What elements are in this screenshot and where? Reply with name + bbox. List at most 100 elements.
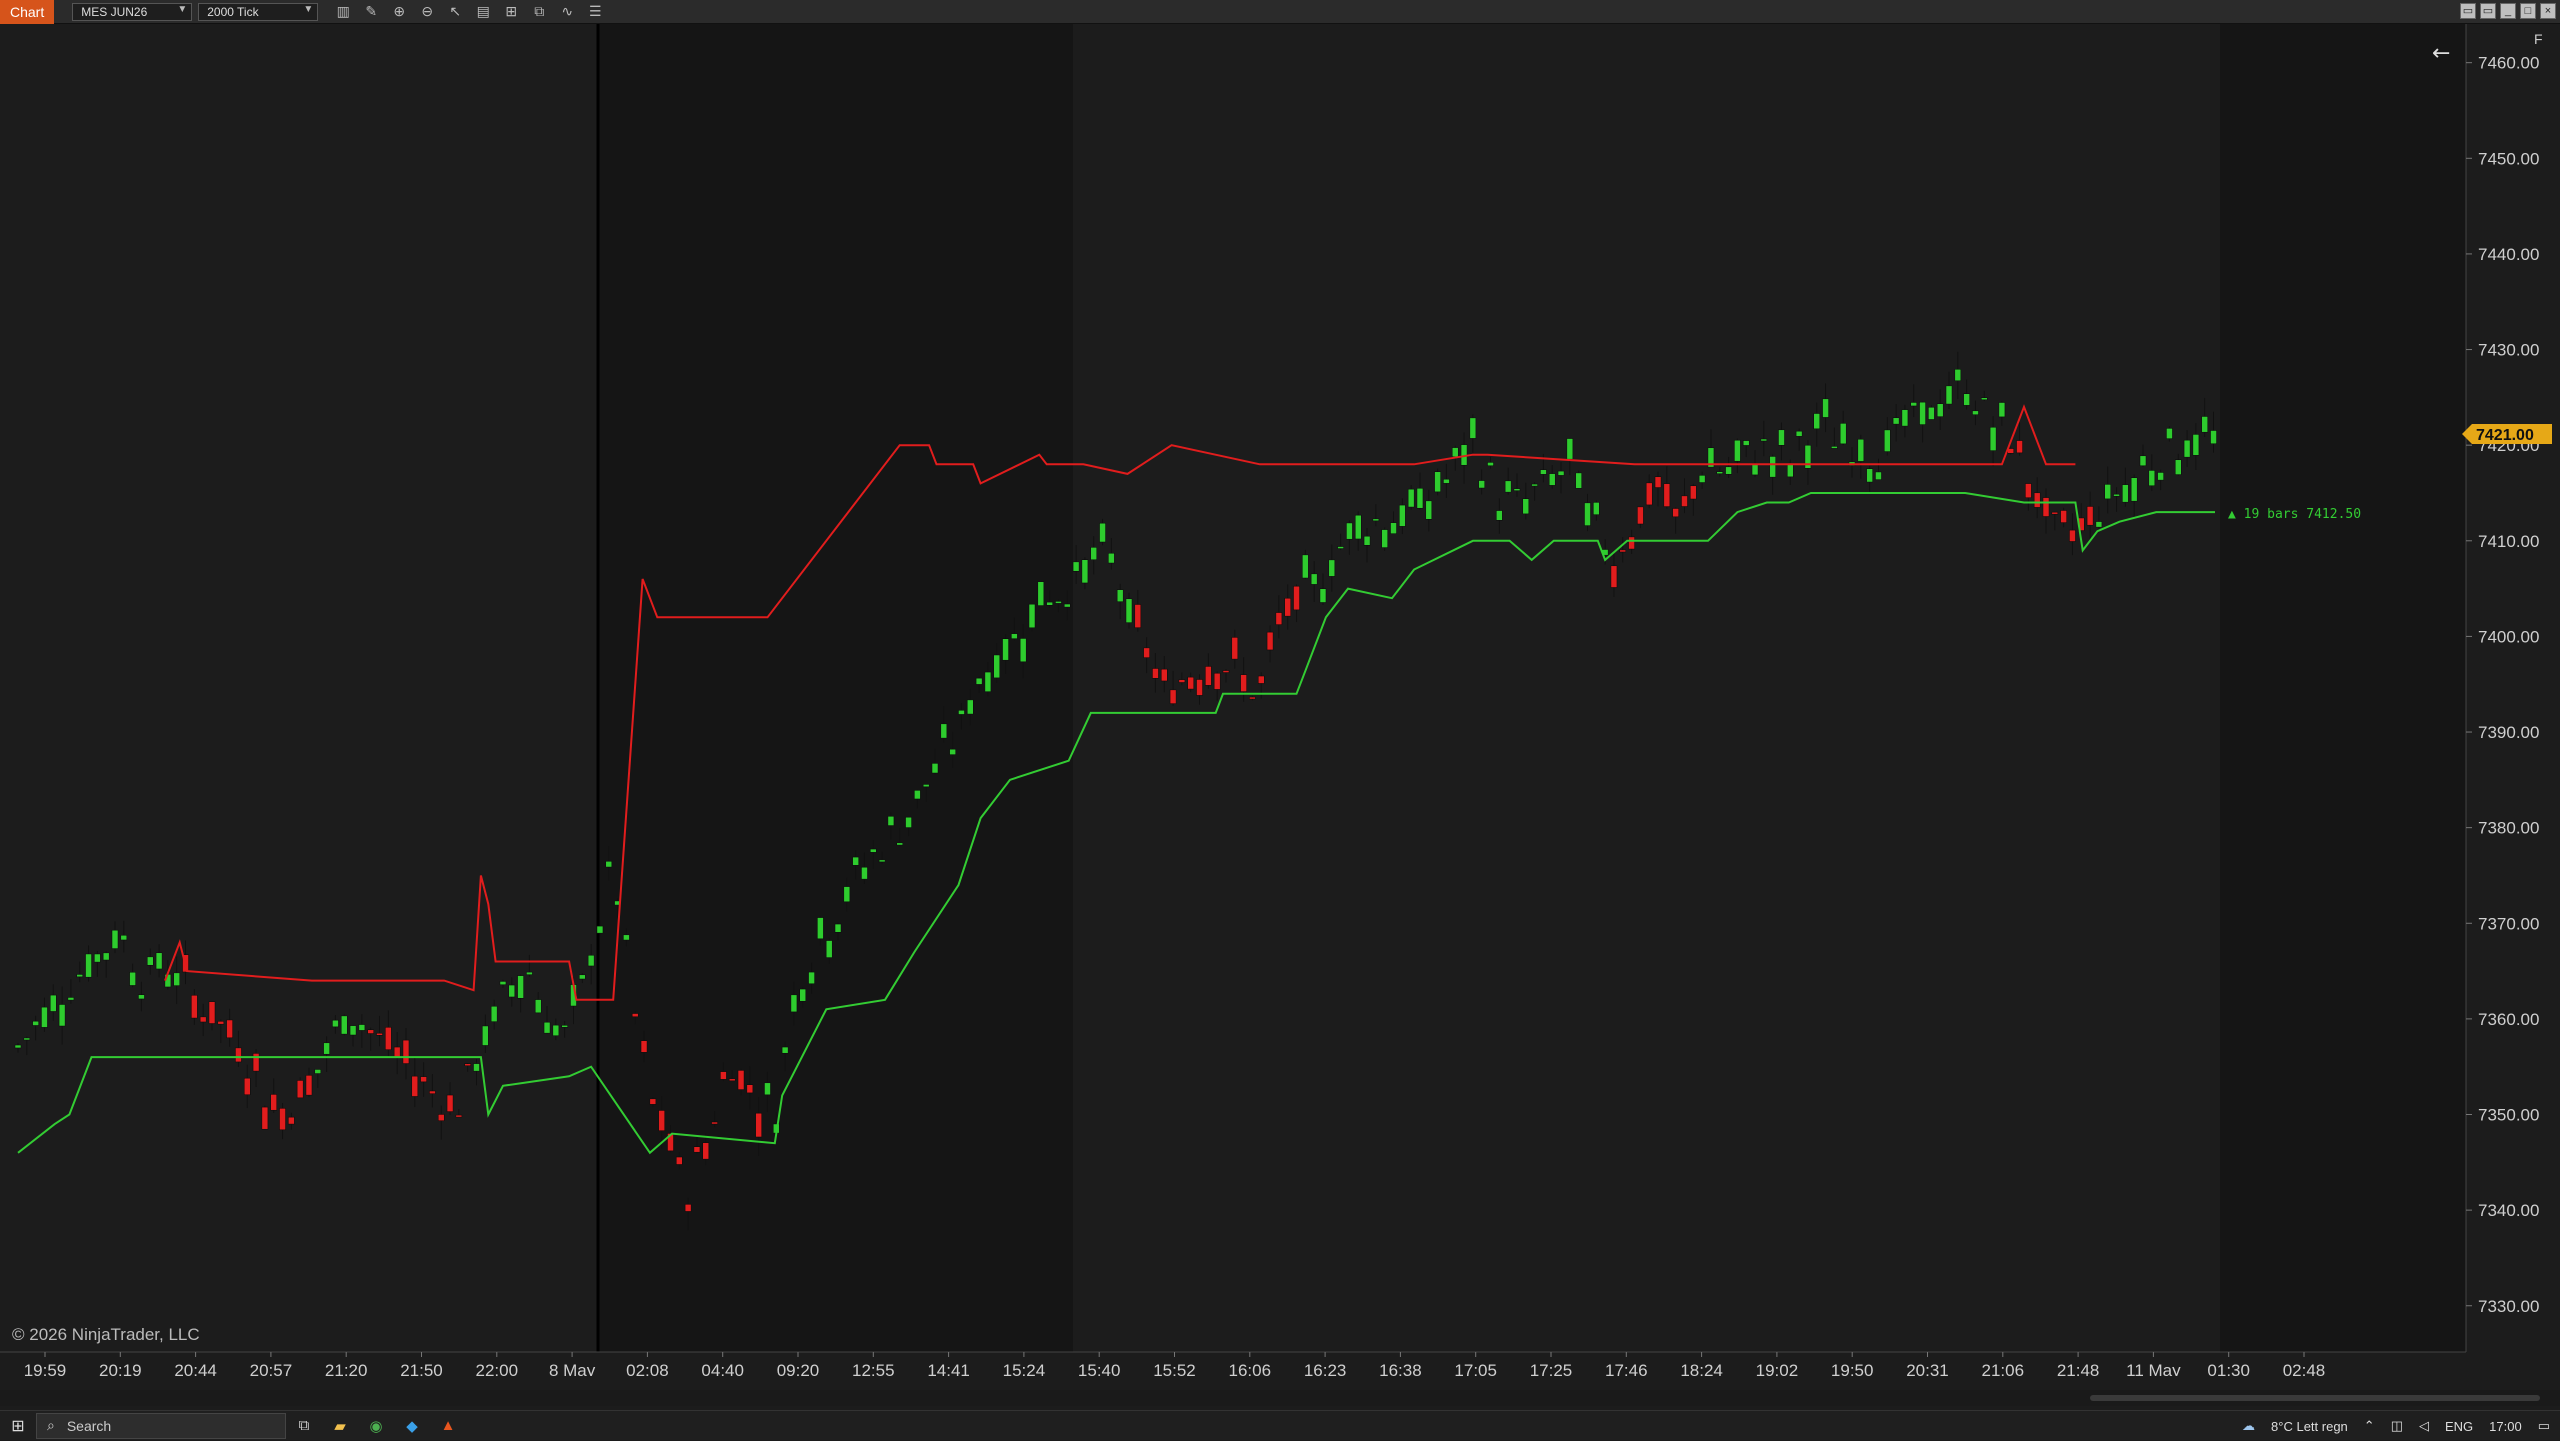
indicators-icon[interactable]: ∿ — [556, 3, 578, 21]
close-icon[interactable]: × — [2540, 3, 2556, 19]
candle-body — [252, 1053, 260, 1072]
time-tick-label: 19:50 — [1831, 1361, 1874, 1376]
candle-body — [1046, 601, 1053, 606]
candle-body — [834, 923, 842, 933]
candle-body — [482, 1025, 489, 1046]
candle-body — [499, 981, 507, 985]
instrument-selector[interactable]: MES JUN26 ▼ — [72, 2, 193, 21]
interval-selector[interactable]: 2000 Tick ▼ — [198, 2, 319, 21]
candle-body — [579, 974, 586, 980]
candle-body — [385, 1027, 392, 1050]
candle-body — [2139, 455, 2147, 466]
candle-body — [376, 1033, 383, 1036]
candle-body — [1672, 508, 1679, 518]
windows-start-icon[interactable]: ⊞ — [0, 1411, 36, 1441]
copyright-label: © 2026 NinjaTrader, LLC — [12, 1325, 200, 1344]
browser-icon[interactable]: ◉ — [358, 1411, 394, 1441]
candle-body — [1019, 638, 1027, 663]
taskbar-search[interactable]: ⌕ Search — [36, 1412, 286, 1439]
properties-icon[interactable]: ⊞ — [500, 3, 522, 21]
candle-body — [1434, 471, 1441, 493]
horizontal-scrollbar[interactable] — [0, 1390, 2560, 1406]
candle-body — [1548, 473, 1556, 486]
candle-body — [111, 929, 119, 949]
candle-body — [1390, 522, 1397, 534]
chart-panel[interactable]: 7460.00 7450.00 7440.00 7430.00 7420.00 7410.… — [0, 24, 2560, 1380]
chevron-down-icon: ▼ — [303, 3, 314, 15]
time-tick-label: 21:20 — [325, 1361, 368, 1376]
weather-text[interactable]: 8°C Lett regn — [2271, 1419, 2348, 1434]
candle-body — [861, 866, 868, 880]
price-tick-label: 7380.00 — [2478, 819, 2539, 838]
scroll-thumb[interactable] — [2090, 1395, 2540, 1401]
draw-tool-icon[interactable]: ✎ — [360, 3, 382, 21]
maximize-icon[interactable]: □ — [2520, 3, 2536, 19]
chart-toolbar: Chart MES JUN26 ▼ 2000 Tick ▼ ▥ ✎ ⊕ ⊖ ↖ … — [0, 0, 2560, 24]
candle-body — [1443, 478, 1450, 484]
file-explorer-icon[interactable]: ▰ — [322, 1411, 358, 1441]
ninjatrader-icon[interactable]: ▲ — [430, 1411, 466, 1441]
tray-chevron-icon[interactable]: ⌃ — [2364, 1418, 2375, 1434]
time-tick-label: 20:57 — [250, 1361, 293, 1376]
candle-body — [790, 994, 798, 1013]
candle-body — [949, 748, 956, 755]
zoom-in-icon[interactable]: ⊕ — [388, 3, 410, 21]
candle-body — [2201, 416, 2208, 433]
network-icon[interactable]: ◫ — [2391, 1418, 2403, 1434]
candle-body — [429, 1090, 436, 1094]
candle-body — [825, 940, 833, 958]
candle-body — [437, 1114, 445, 1121]
tile-icon[interactable]: ▭ — [2460, 3, 2476, 19]
candle-body — [561, 1025, 568, 1028]
candle-body — [843, 886, 851, 903]
templates-icon[interactable]: ☰ — [584, 3, 606, 21]
session-shading — [2220, 24, 2466, 1352]
candle-body — [508, 984, 516, 998]
price-chart[interactable]: 7460.007450.007440.007430.007420.007410.… — [0, 24, 2560, 1380]
candle-body — [1011, 633, 1018, 639]
candle-body — [1963, 393, 1970, 406]
candle-body — [1064, 603, 1071, 608]
minimize-icon[interactable]: _ — [2500, 3, 2516, 19]
candle-body — [138, 994, 145, 1000]
chart-tab[interactable]: Chart — [0, 0, 55, 24]
back-arrow-icon[interactable]: ← — [2432, 41, 2450, 66]
clock[interactable]: 17:00 — [2489, 1419, 2522, 1434]
zoom-out-icon[interactable]: ⊖ — [416, 3, 438, 21]
candle-body — [1161, 668, 1168, 682]
code-editor-icon[interactable]: ◆ — [394, 1411, 430, 1441]
task-view-icon[interactable]: ⧉ — [286, 1411, 322, 1441]
candle-body — [1002, 638, 1009, 661]
candle-body — [975, 677, 983, 685]
candle-body — [1884, 429, 1891, 452]
time-tick-label: 8 May — [549, 1361, 596, 1376]
search-placeholder: Search — [66, 1417, 112, 1434]
candle-body — [261, 1106, 269, 1130]
candle-body — [702, 1142, 710, 1160]
candle-body — [1928, 407, 1935, 420]
candle-body — [1584, 502, 1591, 526]
candle-body — [1108, 553, 1115, 564]
candle-body — [1654, 476, 1662, 488]
volume-icon[interactable]: ◁ — [2419, 1418, 2429, 1434]
candle-body — [517, 975, 524, 999]
candle-body — [2060, 510, 2067, 523]
candle-body — [1734, 439, 1741, 462]
data-box-icon[interactable]: ▤ — [472, 3, 494, 21]
candle-body — [2113, 493, 2120, 497]
tile-icon[interactable]: ▭ — [2480, 3, 2496, 19]
candle-body — [32, 1020, 39, 1026]
time-tick-label: 02:48 — [2283, 1361, 2326, 1376]
candle-body — [2095, 521, 2103, 528]
bar-type-icon[interactable]: ▥ — [332, 3, 354, 21]
time-tick-label: 16:06 — [1229, 1361, 1272, 1376]
price-tick-label: 7340.00 — [2478, 1201, 2539, 1220]
candle-body — [1981, 397, 1988, 401]
candle-body — [173, 972, 180, 986]
windows-taskbar: ⊞ ⌕ Search ⧉ ▰ ◉ ◆ ▲ ☁ 8°C Lett regn ⌃ ◫… — [0, 1410, 2560, 1440]
notification-icon[interactable]: ▭ — [2538, 1418, 2550, 1434]
strategies-icon[interactable]: ⧉ — [528, 3, 550, 21]
candle-body — [1496, 510, 1503, 521]
pointer-icon[interactable]: ↖ — [444, 3, 466, 21]
language-indicator[interactable]: ENG — [2445, 1419, 2473, 1434]
